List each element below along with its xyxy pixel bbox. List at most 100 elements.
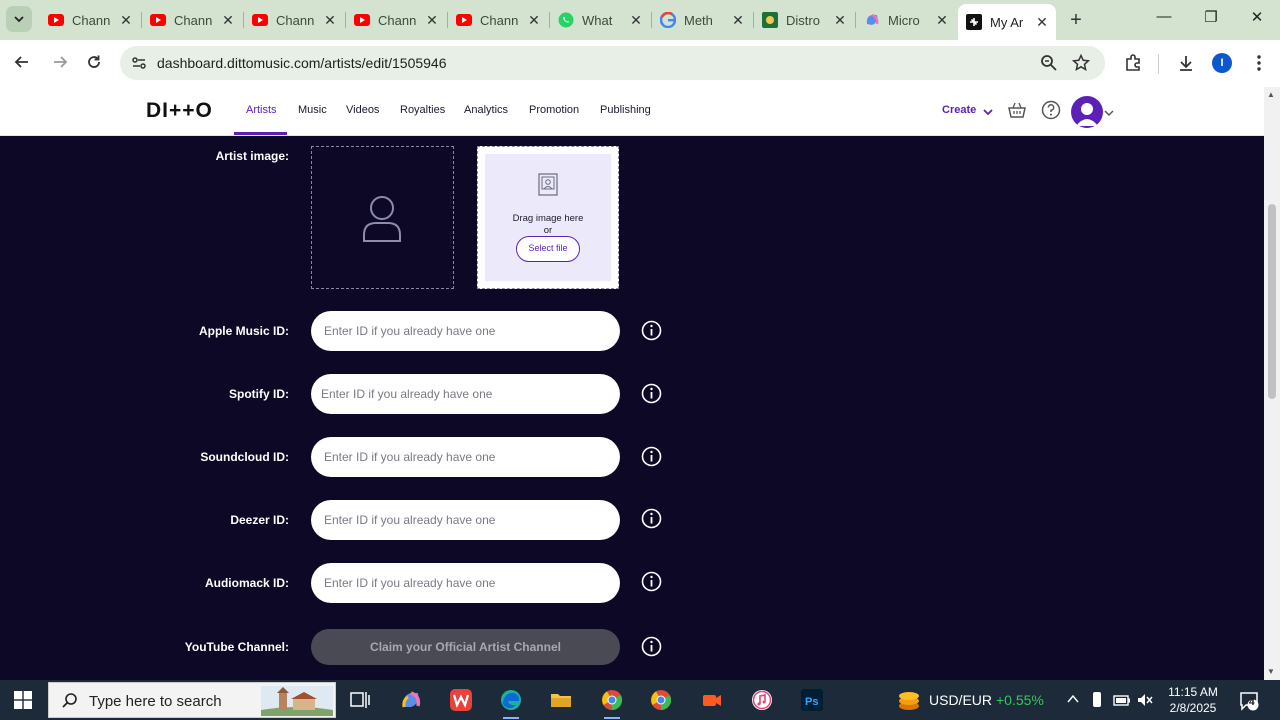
info-icon[interactable] — [641, 571, 662, 592]
browser-tab[interactable]: Chann ✕ — [40, 4, 140, 36]
claim-artist-channel-button[interactable]: Claim your Official Artist Channel — [311, 629, 620, 665]
ditto-logo[interactable]: DI++O — [146, 99, 213, 123]
search-placeholder-text: Type here to search — [89, 693, 222, 710]
spotify-id-input[interactable] — [311, 374, 620, 414]
browser-tab[interactable]: Distro ✕ — [754, 4, 854, 36]
profile-avatar[interactable]: I — [1212, 53, 1232, 73]
nav-publishing[interactable]: Publishing — [600, 104, 651, 116]
close-tab-icon[interactable]: ✕ — [832, 12, 848, 29]
browser-tab-active[interactable]: My Ar ✕ — [958, 4, 1056, 40]
scroll-up-arrow-icon[interactable]: ▲ — [1267, 90, 1275, 99]
screen-recorder-icon[interactable] — [700, 688, 724, 712]
chevron-down-icon[interactable] — [1104, 109, 1114, 117]
soundcloud-id-input[interactable] — [311, 437, 620, 477]
notification-count: 4 — [1249, 697, 1255, 708]
currency-coins-icon[interactable] — [896, 688, 922, 712]
close-tab-icon[interactable]: ✕ — [118, 12, 134, 29]
browser-tab[interactable]: Chann ✕ — [142, 4, 242, 36]
browser-tab[interactable]: Meth ✕ — [652, 4, 752, 36]
edge-browser-icon[interactable] — [499, 688, 523, 712]
help-icon[interactable] — [1040, 99, 1062, 121]
system-clock[interactable]: 11:15 AM 2/8/2025 — [1163, 684, 1223, 716]
windows-start-icon[interactable] — [14, 691, 32, 709]
reload-button[interactable] — [84, 53, 104, 73]
task-view-icon[interactable] — [348, 688, 372, 712]
close-tab-icon[interactable]: ✕ — [934, 12, 950, 29]
info-icon[interactable] — [641, 636, 662, 657]
battery-icon[interactable] — [1112, 692, 1132, 708]
url-text: dashboard.dittomusic.com/artists/edit/15… — [157, 55, 447, 71]
scroll-thumb[interactable] — [1268, 204, 1276, 399]
close-tab-icon[interactable]: ✕ — [1034, 14, 1050, 31]
mobile-device-icon[interactable] — [1091, 691, 1103, 709]
bookmark-star-icon[interactable] — [1072, 54, 1090, 72]
copilot-app-icon[interactable] — [399, 688, 423, 712]
tab-title: Meth — [684, 12, 713, 28]
close-tab-icon[interactable]: ✕ — [526, 12, 542, 29]
scroll-down-arrow-icon[interactable]: ▼ — [1267, 667, 1275, 676]
wps-office-icon[interactable] — [449, 688, 473, 712]
copilot-icon — [864, 12, 880, 28]
site-info-icon[interactable] — [130, 54, 148, 72]
itunes-icon[interactable] — [750, 688, 774, 712]
deezer-id-input[interactable] — [311, 500, 620, 540]
nav-music[interactable]: Music — [298, 104, 327, 116]
close-tab-icon[interactable]: ✕ — [730, 12, 746, 29]
nav-artists[interactable]: Artists — [246, 104, 277, 116]
basket-icon[interactable] — [1006, 99, 1028, 121]
select-file-button[interactable]: Select file — [516, 236, 580, 262]
volume-muted-icon[interactable] — [1136, 692, 1154, 708]
nav-promotion[interactable]: Promotion — [529, 104, 579, 116]
info-icon[interactable] — [641, 383, 662, 404]
photoshop-icon[interactable]: Ps — [800, 688, 824, 712]
address-bar[interactable]: dashboard.dittomusic.com/artists/edit/15… — [120, 46, 1105, 80]
close-window-button[interactable]: ✕ — [1247, 8, 1267, 26]
google-icon — [660, 12, 676, 28]
youtube-icon — [150, 12, 166, 28]
close-tab-icon[interactable]: ✕ — [220, 12, 236, 29]
browser-tab[interactable]: Micro ✕ — [856, 4, 956, 36]
chevron-down-icon[interactable] — [982, 107, 994, 117]
apple-music-id-label: Apple Music ID: — [198, 324, 289, 338]
chevron-up-icon[interactable] — [1066, 693, 1080, 705]
browser-tab[interactable]: Chann ✕ — [346, 4, 446, 36]
menu-dots-icon[interactable] — [1249, 53, 1269, 73]
info-icon[interactable] — [641, 320, 662, 341]
youtube-icon — [354, 12, 370, 28]
back-button[interactable] — [12, 53, 32, 73]
zoom-icon[interactable] — [1040, 54, 1058, 72]
chrome-icon[interactable] — [649, 688, 673, 712]
image-upload-dropzone[interactable]: Drag image here or Select file — [477, 146, 619, 289]
close-tab-icon[interactable]: ✕ — [628, 12, 644, 29]
close-tab-icon[interactable]: ✕ — [424, 12, 440, 29]
minimize-button[interactable]: — — [1154, 8, 1174, 25]
windows-taskbar: Type here to search Ps USD/EUR +0.55% 11… — [0, 680, 1280, 720]
browser-tab[interactable]: Chann ✕ — [448, 4, 548, 36]
whatsapp-icon — [558, 12, 574, 28]
nav-royalties[interactable]: Royalties — [400, 104, 445, 116]
nav-analytics[interactable]: Analytics — [464, 104, 508, 116]
or-text: or — [543, 225, 553, 236]
audiomack-id-input[interactable] — [311, 563, 620, 603]
browser-tab[interactable]: What ✕ — [550, 4, 650, 36]
clock-date: 2/8/2025 — [1169, 701, 1217, 715]
forward-button[interactable] — [50, 53, 70, 73]
extensions-icon[interactable] — [1123, 53, 1143, 73]
browser-tab[interactable]: Chann ✕ — [244, 4, 344, 36]
nav-videos[interactable]: Videos — [346, 104, 379, 116]
new-tab-button[interactable]: + — [1066, 9, 1086, 32]
info-icon[interactable] — [641, 508, 662, 529]
tab-search-dropdown[interactable] — [6, 6, 32, 32]
download-icon[interactable] — [1176, 53, 1196, 73]
user-avatar[interactable] — [1071, 96, 1103, 128]
apple-music-id-input[interactable] — [311, 311, 620, 351]
page-scrollbar[interactable]: ▲ ▼ — [1264, 87, 1280, 680]
chrome-active-icon[interactable] — [600, 688, 624, 712]
info-icon[interactable] — [641, 446, 662, 467]
taskbar-search-box[interactable]: Type here to search — [48, 682, 336, 718]
file-explorer-icon[interactable] — [549, 688, 573, 712]
restore-button[interactable]: ❐ — [1201, 8, 1221, 26]
create-menu-button[interactable]: Create — [942, 104, 976, 116]
artist-image-preview — [311, 146, 454, 289]
close-tab-icon[interactable]: ✕ — [322, 12, 338, 29]
